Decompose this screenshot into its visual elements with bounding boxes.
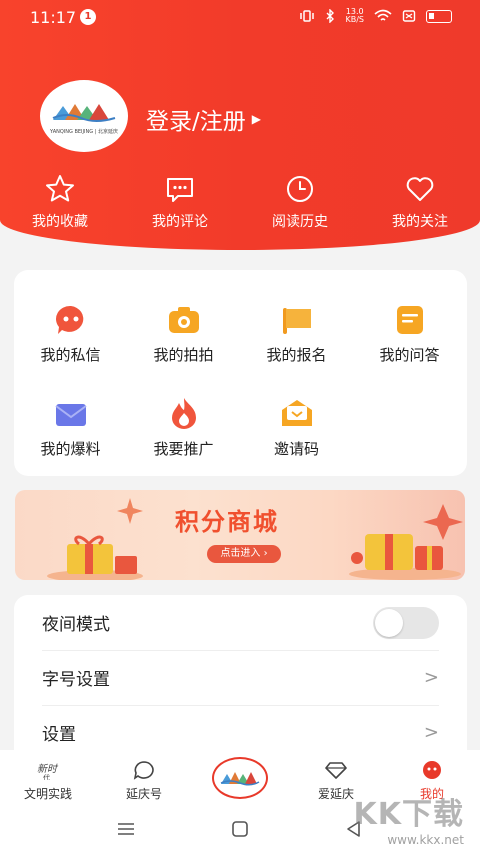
yanqing-logo-icon	[220, 772, 260, 786]
function-label: 我的报名	[266, 346, 327, 364]
clock-icon	[287, 176, 313, 202]
login-label: 登录/注册	[146, 109, 246, 135]
menu-icon[interactable]	[116, 820, 136, 838]
avatar[interactable]: YANQING BEIJING | 北京延庆	[40, 80, 128, 152]
login-register-link[interactable]: 登录/注册 ▶	[146, 102, 261, 136]
quick-link-history[interactable]: 阅读历史	[240, 172, 360, 231]
svg-text:代: 代	[43, 773, 50, 780]
profile-face-icon	[421, 759, 443, 781]
message-icon	[55, 305, 83, 334]
setting-font-size[interactable]: 字号设置 >	[14, 650, 467, 705]
triangle-right-icon: ▶	[251, 112, 261, 126]
quick-link-comments[interactable]: 我的评论	[120, 172, 240, 231]
tab-yanqing-hao[interactable]: 延庆号	[96, 750, 192, 810]
quick-link-label: 我的收藏	[32, 214, 88, 230]
quick-link-label: 我的关注	[392, 214, 448, 230]
quick-link-label: 阅读历史	[272, 214, 328, 230]
setting-label: 字号设置	[42, 670, 110, 690]
diamond-icon	[325, 759, 347, 781]
setting-label: 夜间模式	[42, 615, 110, 635]
function-my-photos[interactable]: 我的拍拍	[127, 302, 240, 365]
vibrate-icon	[300, 10, 315, 22]
watermark-url: www.kkx.net	[387, 833, 464, 847]
status-icons: 13.0 KB/S	[299, 8, 452, 24]
camera-icon	[168, 307, 199, 333]
setting-night-mode: 夜间模式	[14, 595, 467, 650]
settings-card: 夜间模式 字号设置 > 设置 >	[14, 595, 467, 765]
gift-pile-icon	[349, 504, 463, 580]
function-label: 我要推广	[153, 440, 214, 458]
comment-icon	[167, 178, 193, 202]
tab-civilization-practice[interactable]: 新时代 文明实践	[0, 750, 96, 810]
flag-icon	[282, 308, 311, 334]
status-bar: 11:17 1 13.0 KB/S	[0, 0, 480, 34]
speech-bubble-icon	[133, 759, 155, 781]
quick-link-following[interactable]: 我的关注	[360, 172, 480, 231]
function-label: 我的问答	[379, 346, 440, 364]
quick-link-label: 我的评论	[152, 214, 208, 230]
sim-icon	[402, 10, 416, 22]
toggle-knob	[375, 608, 403, 637]
mall-enter-button[interactable]: 点击进入 ›	[207, 545, 281, 563]
function-private-message[interactable]: 我的私信	[14, 302, 127, 365]
star-icon	[46, 175, 74, 202]
mall-title: 积分商城	[175, 508, 279, 536]
quick-links: 我的收藏 我的评论 阅读历史 我的关注	[0, 172, 480, 231]
function-invite-code[interactable]: 邀请码	[240, 396, 353, 459]
envelope-icon	[54, 404, 87, 426]
avatar-logo-text: YANQING BEIJING | 北京延庆	[50, 128, 118, 135]
function-promote[interactable]: 我要推广	[127, 396, 240, 459]
night-mode-toggle[interactable]	[373, 606, 439, 639]
wifi-icon	[374, 9, 392, 21]
setting-label: 设置	[42, 725, 76, 745]
home-icon[interactable]	[230, 820, 250, 838]
bluetooth-icon	[326, 9, 335, 23]
notification-badge: 1	[80, 9, 96, 25]
net-speed-unit: KB/S	[345, 15, 364, 24]
quick-link-favorites[interactable]: 我的收藏	[0, 172, 120, 231]
watermark-text: KK下载	[353, 797, 464, 832]
civilization-icon: 新时代	[35, 759, 61, 781]
chevron-right-icon: >	[423, 722, 439, 743]
sparkle-icon	[117, 498, 143, 524]
net-speed: 13.0 KB/S	[345, 8, 364, 24]
function-grid-card: 我的私信 我的拍拍 我的报名 我的问答 我的爆料 我要推广 邀请码	[14, 270, 467, 476]
battery-icon	[426, 9, 452, 23]
center-home-button[interactable]	[212, 757, 268, 799]
status-time: 11:17	[30, 8, 77, 27]
fire-icon	[171, 398, 196, 429]
function-my-qa[interactable]: 我的问答	[353, 302, 466, 365]
heart-icon	[406, 177, 434, 201]
function-label: 邀请码	[273, 440, 319, 458]
profile-header: 11:17 1 13.0 KB/S YANQING BEIJING | 北京延庆…	[0, 0, 480, 250]
tab-label: 文明实践	[23, 787, 72, 801]
invite-icon	[281, 400, 312, 426]
gift-box-icon	[47, 535, 143, 580]
yanqing-logo-icon	[52, 103, 116, 122]
function-my-registrations[interactable]: 我的报名	[240, 302, 353, 365]
note-icon	[396, 306, 423, 334]
function-label: 我的拍拍	[153, 346, 214, 364]
chevron-right-icon: >	[423, 667, 439, 688]
points-mall-banner[interactable]: 积分商城 点击进入 ›	[15, 490, 465, 580]
function-label: 我的爆料	[40, 440, 101, 458]
function-label: 我的私信	[40, 346, 101, 364]
tab-label: 延庆号	[125, 787, 162, 801]
watermark: KK下载 www.kkx.net	[344, 789, 465, 849]
function-my-tips[interactable]: 我的爆料	[14, 396, 127, 459]
